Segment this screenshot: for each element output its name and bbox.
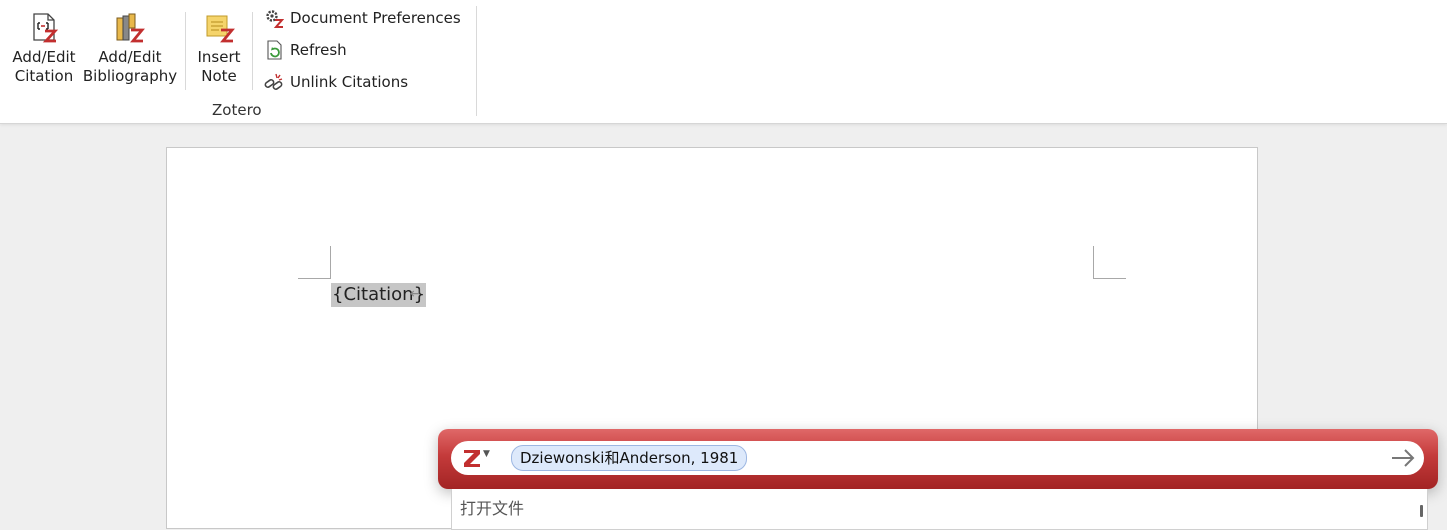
zotero-logo-icon[interactable] — [461, 447, 483, 469]
margin-corner-top-left — [298, 246, 331, 279]
ribbon-group-separator — [476, 6, 477, 116]
chevron-down-icon[interactable]: ▼ — [483, 449, 490, 459]
refresh-icon — [267, 40, 282, 60]
note-icon — [206, 15, 235, 43]
insert-note-label-2: Note — [201, 67, 237, 85]
unlink-icon — [264, 73, 283, 90]
document-preferences-label: Document Preferences — [290, 9, 461, 27]
citation-icon — [33, 13, 59, 43]
document-preferences-button[interactable]: Document Preferences — [264, 6, 461, 30]
refresh-button[interactable]: Refresh — [264, 38, 347, 62]
accept-arrow-icon[interactable] — [1390, 446, 1416, 470]
insert-note-label-1: Insert — [197, 48, 241, 66]
citation-bubble[interactable]: Dziewonski和Anderson, 1981 — [511, 445, 748, 471]
ribbon-separator — [185, 12, 186, 90]
ribbon-group-label: Zotero — [212, 101, 262, 119]
refresh-label: Refresh — [290, 41, 347, 59]
zotero-quick-format-dialog: ▼ Dziewonski和Anderson, 1981 — [438, 429, 1438, 489]
add-edit-citation-label-1: Add/Edit — [12, 48, 76, 66]
ribbon-toolbar: Add/Edit Citation Add/Edit Bibliography … — [0, 0, 1447, 124]
add-edit-bibliography-label-2: Bibliography — [82, 67, 178, 85]
unlink-citations-button[interactable]: Unlink Citations — [264, 70, 408, 94]
add-edit-bibliography-button[interactable]: Add/Edit Bibliography — [82, 12, 178, 86]
margin-corner-top-right — [1093, 246, 1126, 279]
scrollbar-thumb[interactable] — [1420, 505, 1423, 517]
suggestion-item[interactable]: 打开文件 — [460, 495, 524, 519]
paragraph-mark: ↵ — [410, 286, 422, 302]
unlink-citations-label: Unlink Citations — [290, 73, 409, 91]
ribbon-separator — [252, 12, 253, 90]
insert-note-button[interactable]: Insert Note — [193, 12, 245, 86]
add-edit-citation-label-2: Citation — [14, 67, 74, 85]
suggestion-panel: 打开文件 — [451, 489, 1428, 530]
add-edit-bibliography-label-1: Add/Edit — [98, 48, 162, 66]
citation-search-input[interactable]: ▼ Dziewonski和Anderson, 1981 — [451, 441, 1424, 475]
add-edit-citation-button[interactable]: Add/Edit Citation — [8, 12, 80, 86]
bibliography-icon — [116, 13, 145, 43]
gear-icon — [266, 10, 284, 28]
